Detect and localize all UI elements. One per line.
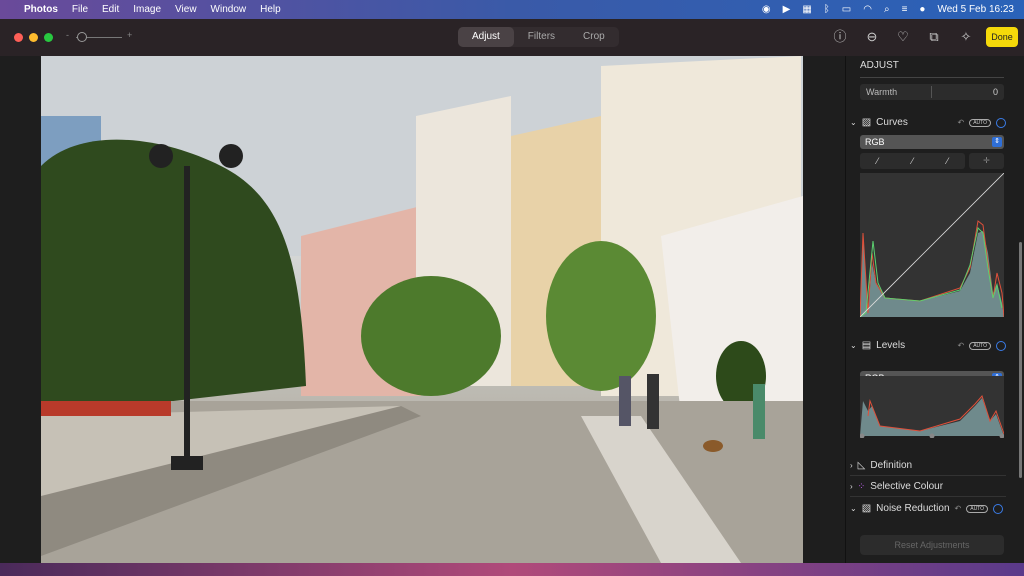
creative-cloud-icon[interactable]: ◉ xyxy=(762,4,771,15)
close-button[interactable] xyxy=(14,33,23,42)
fullscreen-button[interactable] xyxy=(44,33,53,42)
zoom-slider-thumb[interactable] xyxy=(77,32,87,42)
add-point-icon[interactable]: ✛ xyxy=(969,153,1004,169)
curves-icon: ▨ xyxy=(861,117,872,128)
edit-mode-tabs: Adjust Filters Crop xyxy=(458,27,619,47)
desktop-dock-strip xyxy=(0,563,1024,576)
siri-icon[interactable]: ● xyxy=(919,4,925,15)
warmth-marker xyxy=(931,86,932,98)
curves-channel-select[interactable]: RGB ⇕ xyxy=(860,135,1004,149)
more-icon[interactable]: ⊖ xyxy=(864,29,880,45)
menu-window[interactable]: Window xyxy=(211,4,247,15)
levels-toggle[interactable] xyxy=(996,340,1006,351)
levels-histogram[interactable] xyxy=(860,376,1004,438)
tab-crop[interactable]: Crop xyxy=(569,27,619,47)
levels-icon: ▤ xyxy=(861,340,872,351)
levels-header[interactable]: ⌄ ▤ Levels ↶ AUTO xyxy=(850,340,1006,351)
black-point-eyedropper-icon[interactable]: ⁄ xyxy=(877,156,879,166)
clock[interactable]: Wed 5 Feb 16:23 xyxy=(937,4,1014,15)
zoom-in-label: + xyxy=(127,30,133,40)
menu-help[interactable]: Help xyxy=(260,4,281,15)
menu-image[interactable]: Image xyxy=(133,4,161,15)
rotate-icon[interactable]: ⧉ xyxy=(926,29,942,45)
curves-channel-value: RGB xyxy=(865,137,885,147)
levels-auto-button[interactable]: AUTO xyxy=(969,341,991,350)
curves-toggle[interactable] xyxy=(996,117,1006,128)
warmth-value: 0 xyxy=(992,87,998,97)
noise-reduction-header[interactable]: ⌄ ▧ Noise Reduction ↶ AUTO xyxy=(850,503,1006,514)
chevron-down-icon[interactable]: ⌄ xyxy=(850,118,857,127)
chevron-right-icon[interactable]: › xyxy=(850,461,853,470)
selective-colour-icon: ⁘ xyxy=(857,481,866,491)
menu-app[interactable]: Photos xyxy=(24,4,58,15)
zoom-out-label: - xyxy=(66,30,69,40)
control-center-icon[interactable]: ≡ xyxy=(902,4,908,15)
menu-bar: Photos File Edit Image View Window Help … xyxy=(0,0,1024,19)
info-icon[interactable]: ⓘ xyxy=(832,29,848,45)
auto-enhance-icon[interactable]: ✧ xyxy=(958,29,974,45)
noise-auto-button[interactable]: AUTO xyxy=(966,504,989,513)
calendar-icon[interactable]: ▦ xyxy=(802,4,811,15)
tab-adjust[interactable]: Adjust xyxy=(458,27,514,47)
undo-icon[interactable]: ↶ xyxy=(955,504,962,513)
panel-scrollbar[interactable] xyxy=(1019,242,1022,478)
curves-label: Curves xyxy=(876,117,908,128)
selective-colour-row[interactable]: › ⁘ Selective Colour xyxy=(850,481,1006,497)
undo-icon[interactable]: ↶ xyxy=(957,118,964,127)
curves-header[interactable]: ⌄ ▨ Curves ↶ AUTO xyxy=(850,117,1006,128)
chevron-down-icon[interactable]: ⌄ xyxy=(850,341,857,350)
heart-icon[interactable]: ♡ xyxy=(895,29,911,45)
street-scene-image xyxy=(41,56,803,563)
menu-view[interactable]: View xyxy=(175,4,197,15)
definition-row[interactable]: › ◺ Definition xyxy=(850,460,1006,476)
curves-tools: ⁄ ⁄ ⁄ ✛ xyxy=(860,153,1004,169)
panel-title: ADJUST xyxy=(860,60,1004,78)
definition-label: Definition xyxy=(870,460,913,471)
minimize-button[interactable] xyxy=(29,33,38,42)
selective-colour-label: Selective Colour xyxy=(870,481,944,492)
search-icon[interactable]: ⌕ xyxy=(884,4,890,15)
photo-canvas xyxy=(0,56,845,563)
reset-adjustments-button[interactable]: Reset Adjustments xyxy=(860,535,1004,555)
select-arrows-icon: ⇕ xyxy=(992,137,1002,147)
warmth-label: Warmth xyxy=(866,87,898,97)
noise-reduction-icon: ▧ xyxy=(861,503,872,514)
menu-file[interactable]: File xyxy=(72,4,88,15)
toolbar: - + Adjust Filters Crop ⓘ ⊖ ♡ ⧉ ✧ Done xyxy=(0,19,1024,56)
curves-auto-button[interactable]: AUTO xyxy=(969,118,991,127)
play-icon[interactable]: ▶ xyxy=(783,4,791,15)
adjust-panel: ADJUST Warmth 0 ⌄ ▨ Curves ↶ AUTO RGB ⇕ ⁄… xyxy=(845,56,1024,563)
white-point-eyedropper-icon[interactable]: ⁄ xyxy=(947,156,949,166)
bluetooth-icon[interactable]: ᛒ xyxy=(824,4,830,15)
menu-edit[interactable]: Edit xyxy=(102,4,119,15)
levels-label: Levels xyxy=(876,340,906,351)
battery-icon[interactable]: ▭ xyxy=(842,4,851,15)
definition-icon: ◺ xyxy=(857,460,866,471)
curves-histogram[interactable] xyxy=(860,173,1004,317)
warmth-slider[interactable]: Warmth 0 xyxy=(860,84,1004,100)
chevron-down-icon[interactable]: ⌄ xyxy=(850,504,857,513)
chevron-right-icon[interactable]: › xyxy=(850,482,853,491)
wifi-icon[interactable]: ◠ xyxy=(863,4,872,15)
noise-toggle[interactable] xyxy=(993,503,1004,514)
noise-reduction-label: Noise Reduction xyxy=(876,503,950,514)
undo-icon[interactable]: ↶ xyxy=(957,341,964,350)
tab-filters[interactable]: Filters xyxy=(514,27,569,47)
photo[interactable] xyxy=(41,56,803,563)
done-button[interactable]: Done xyxy=(986,27,1018,47)
mid-point-eyedropper-icon[interactable]: ⁄ xyxy=(912,156,914,166)
